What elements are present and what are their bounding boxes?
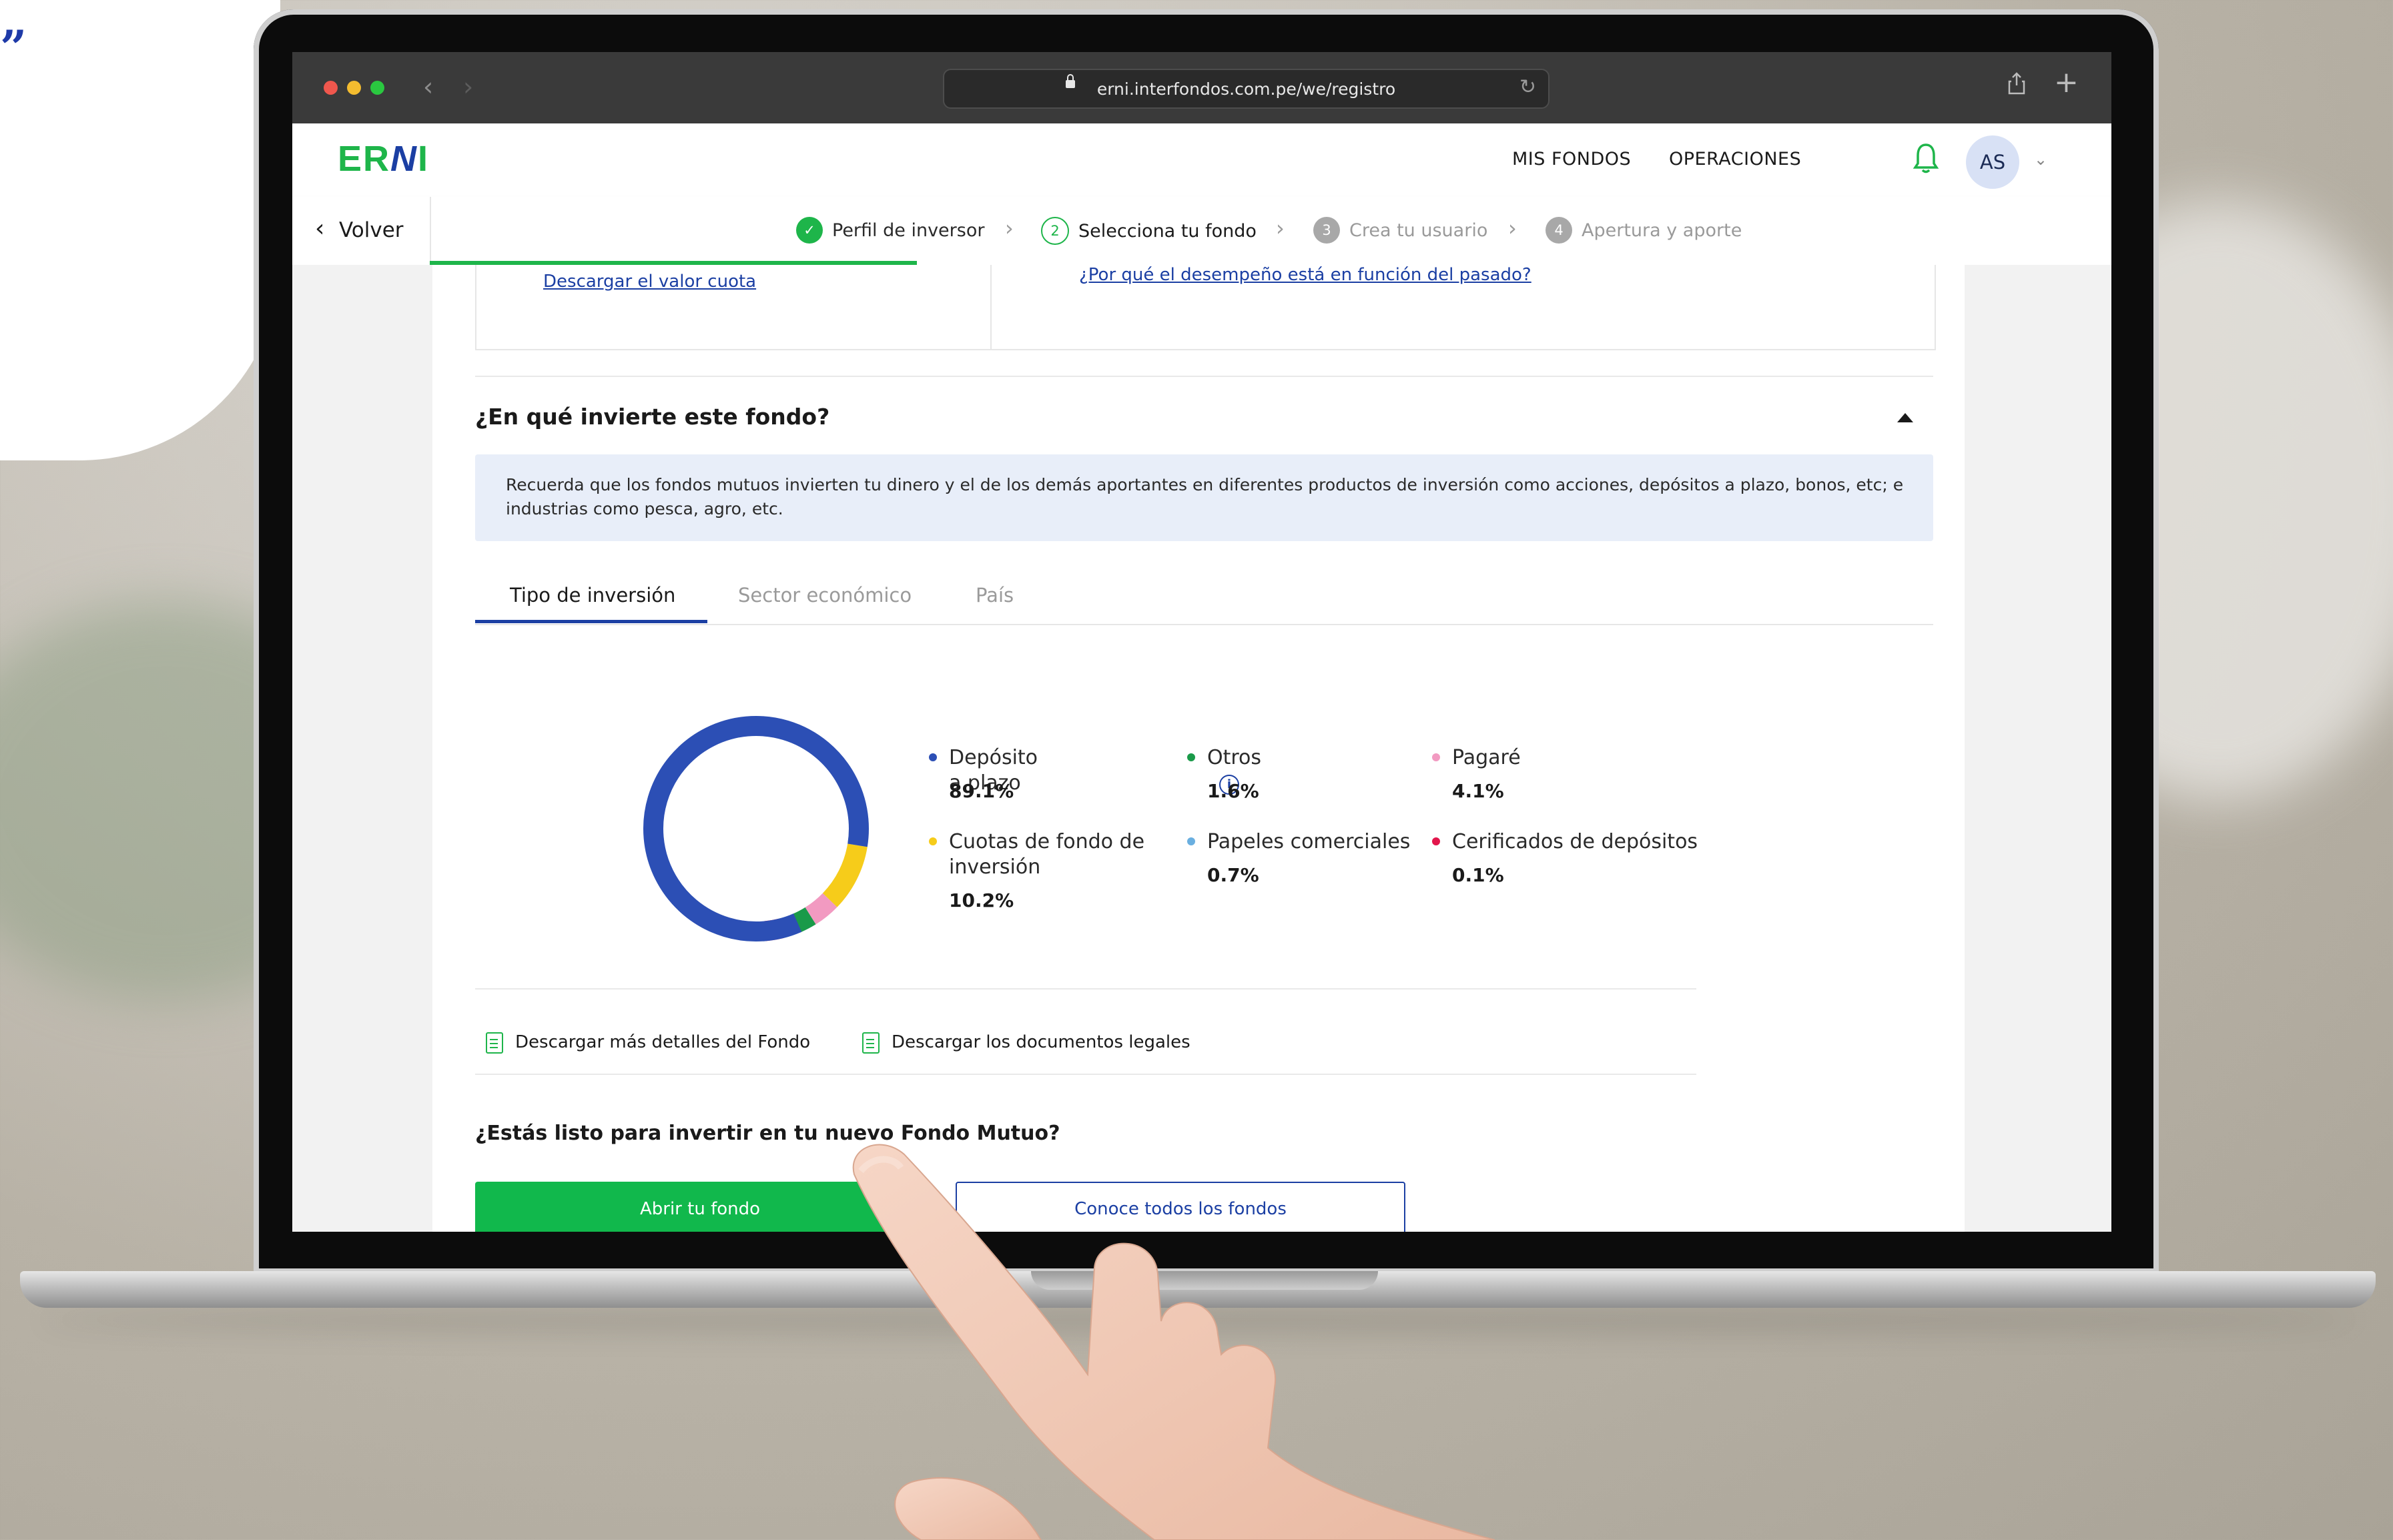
card-divider [990, 265, 992, 349]
legend-label: Cerificados de depósitos [1452, 830, 1698, 853]
section-title: ¿En qué invierte este fondo? [475, 404, 830, 430]
divider [475, 376, 1933, 377]
legend-dot [929, 837, 937, 845]
legend-value: 4.1% [1452, 780, 1504, 802]
back-button[interactable]: ‹ Volver [292, 197, 431, 265]
document-icon [862, 1032, 880, 1054]
hand-illustration [852, 1144, 1495, 1540]
avatar[interactable]: AS [1966, 135, 2019, 189]
app-header: ERNI MIS FONDOS OPERACIONES AS ⌄ [292, 123, 2111, 198]
laptop-screen: ‹ › erni.interfondos.com.pe/we/registro … [292, 52, 2111, 1232]
active-tab-indicator [475, 620, 707, 623]
legend-value: 0.1% [1452, 864, 1504, 886]
stepper-bar: ‹ Volver ✓ Perfil de inversor › 2 Selecc… [292, 197, 2111, 265]
share-icon[interactable] [2007, 72, 2026, 95]
bell-icon[interactable] [1913, 142, 1939, 174]
quote-mark-icon: ” [0, 20, 27, 75]
legend-dot [1432, 837, 1440, 845]
step-number: 2 [1041, 217, 1069, 245]
erni-logo[interactable]: ERNI [338, 138, 429, 179]
tabs: Tipo de inversión Sector económico País [475, 577, 1933, 625]
legend-value: 0.7% [1207, 864, 1259, 886]
step-label: Selecciona tu fondo [1078, 220, 1257, 242]
step-apertura-aporte: 4 Apertura y aporte [1546, 217, 1742, 244]
decorative-white-shape [0, 0, 280, 460]
content-area: Descargar el valor cuota ¿Por qué el des… [292, 265, 2111, 1232]
legend-value: 10.2% [949, 889, 1014, 911]
check-icon: ✓ [796, 217, 823, 244]
new-tab-icon[interactable]: + [2054, 65, 2079, 99]
collapse-arrow-icon[interactable] [1897, 413, 1913, 422]
chevron-left-icon: ‹ [315, 215, 325, 242]
donut-chart [643, 716, 869, 941]
step-label: Perfil de inversor [832, 220, 985, 241]
step-number: 3 [1313, 217, 1340, 244]
info-text: Recuerda que los fondos mutuos invierten… [506, 475, 1904, 518]
desempeno-pasado-link[interactable]: ¿Por qué el desempeño está en función de… [1079, 265, 1531, 285]
fund-panel: Descargar el valor cuota ¿Por qué el des… [432, 265, 1965, 1232]
chevron-right-icon: › [1005, 216, 1014, 241]
legend-dot [929, 753, 937, 761]
tab-pais[interactable]: País [976, 584, 1014, 607]
legend-label: Cuotas de fondo de inversión [949, 830, 1145, 879]
download-legal-docs-link[interactable]: Descargar los documentos legales [892, 1032, 1190, 1052]
chevron-right-icon: › [1508, 216, 1517, 241]
legend-label: Papeles comerciales [1207, 830, 1411, 853]
minimize-window-button[interactable] [347, 81, 361, 95]
step-label: Crea tu usuario [1349, 220, 1488, 241]
legend-dot [1187, 837, 1195, 845]
divider [475, 1074, 1696, 1075]
back-arrow-icon[interactable]: ‹ [423, 72, 433, 101]
tab-sector-economico[interactable]: Sector económico [738, 584, 912, 607]
fund-info-card: Descargar el valor cuota ¿Por qué el des… [475, 265, 1936, 350]
chevron-down-icon[interactable]: ⌄ [2034, 150, 2047, 169]
menu-operaciones[interactable]: OPERACIONES [1669, 149, 1801, 169]
info-box: Recuerda que los fondos mutuos invierten… [475, 454, 1933, 541]
document-icon [486, 1032, 503, 1054]
legend-dot [1187, 753, 1195, 761]
step-perfil-inversor: ✓ Perfil de inversor [796, 217, 984, 244]
legend-value: 89.1% [949, 780, 1014, 802]
url-text: erni.interfondos.com.pe/we/registro [1096, 79, 1396, 99]
step-crea-usuario: 3 Crea tu usuario [1313, 217, 1487, 244]
legend-value: 1.6% [1207, 780, 1259, 802]
divider [475, 988, 1696, 990]
step-number: 4 [1546, 217, 1572, 244]
forward-arrow-icon[interactable]: › [463, 72, 473, 101]
download-valor-cuota-link[interactable]: Descargar el valor cuota [543, 272, 756, 292]
reload-icon[interactable]: ↻ [1519, 75, 1536, 99]
browser-toolbar: ‹ › erni.interfondos.com.pe/we/registro … [292, 52, 2111, 123]
download-details-link[interactable]: Descargar más detalles del Fondo [515, 1032, 810, 1052]
maximize-window-button[interactable] [370, 81, 384, 95]
step-label: Apertura y aporte [1582, 220, 1742, 241]
legend-label-text: Otros [1207, 746, 1262, 769]
tab-tipo-inversion[interactable]: Tipo de inversión [510, 584, 675, 607]
chevron-right-icon: › [1276, 216, 1285, 241]
back-label: Volver [339, 218, 404, 242]
legend-dot [1432, 753, 1440, 761]
address-bar[interactable]: erni.interfondos.com.pe/we/registro ↻ [943, 69, 1550, 109]
menu-mis-fondos[interactable]: MIS FONDOS [1512, 149, 1631, 169]
legend-label: Pagaré [1452, 746, 1521, 769]
close-window-button[interactable] [324, 81, 338, 95]
step-selecciona-fondo: 2 Selecciona tu fondo [1041, 217, 1257, 245]
